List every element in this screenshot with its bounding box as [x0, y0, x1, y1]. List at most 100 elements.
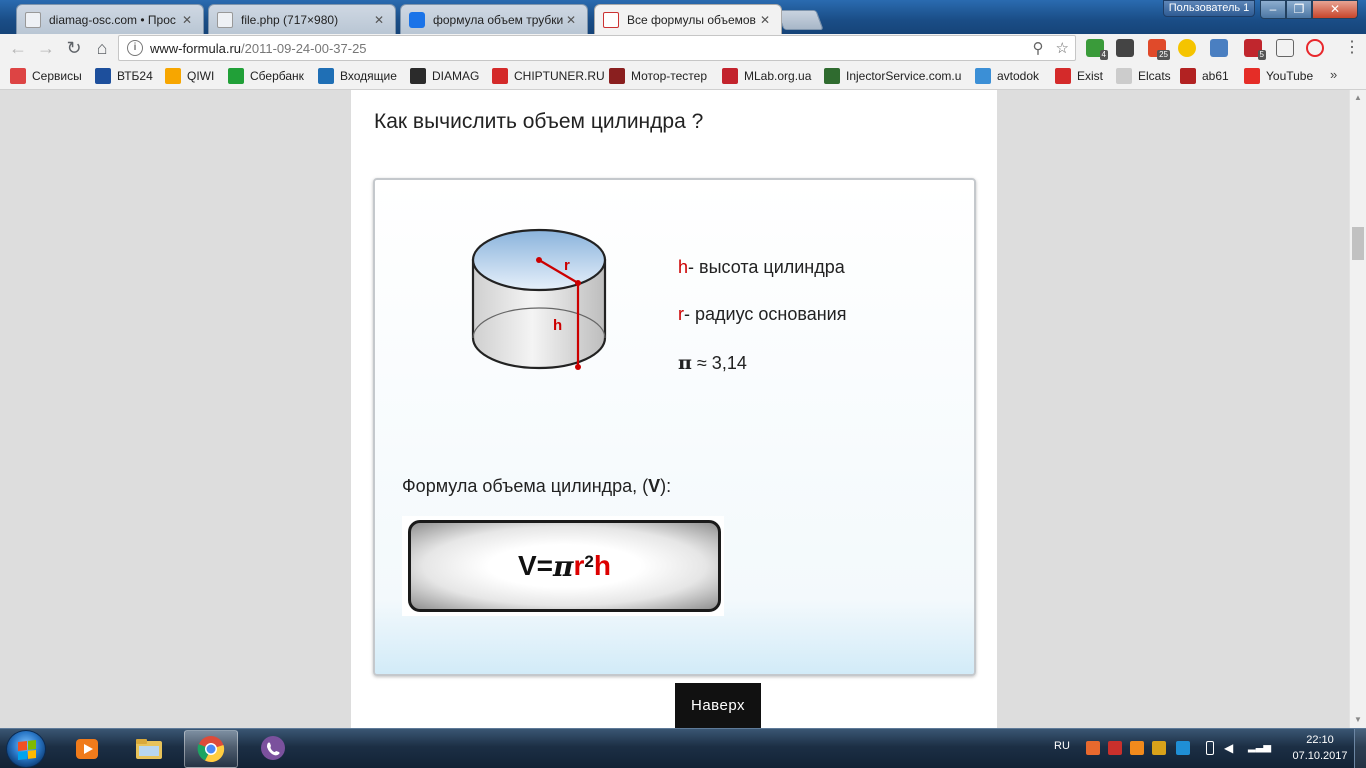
- bookmark-mlab[interactable]: MLab.org.ua: [722, 67, 811, 85]
- bookmark-diamag[interactable]: DIAMAG: [410, 67, 479, 85]
- legend-height: h- высота цилиндра: [678, 257, 845, 278]
- battery-icon[interactable]: [1206, 741, 1214, 755]
- bookmark-inbox[interactable]: Входящие: [318, 67, 397, 85]
- media-player-icon[interactable]: [60, 730, 114, 768]
- scrollbar-thumb[interactable]: [1352, 227, 1364, 260]
- bookmark-label: ВТБ24: [117, 69, 153, 83]
- close-tab-icon[interactable]: ✕: [371, 13, 387, 27]
- legend-symbol: h: [678, 257, 689, 277]
- bookmark-label: Мотор-тестер: [631, 69, 707, 83]
- clipboard-extension-icon[interactable]: [1276, 39, 1294, 57]
- clock-time[interactable]: 22:10: [1300, 734, 1340, 746]
- tray-firefox-icon[interactable]: [1130, 741, 1144, 755]
- bookmark-sberbank[interactable]: Сбербанк: [228, 67, 304, 85]
- bookmark-motor-tester[interactable]: Мотор-тестер: [609, 67, 707, 85]
- bookmark-elcats[interactable]: Elcats: [1116, 67, 1171, 85]
- mail-extension-icon[interactable]: 25: [1148, 39, 1170, 60]
- volume-icon[interactable]: ◀: [1224, 741, 1238, 755]
- close-tab-icon[interactable]: ✕: [757, 13, 773, 27]
- bookmark-avtodok[interactable]: avtodok: [975, 67, 1039, 85]
- tab-title: diamag-osc.com • Прос: [49, 12, 176, 27]
- bookmark-chiptuner[interactable]: CHIPTUNER.RU: [492, 67, 605, 85]
- viber-icon[interactable]: [246, 730, 300, 768]
- bookmark-services[interactable]: Сервисы: [10, 67, 82, 85]
- more-bookmarks-button[interactable]: »: [1330, 67, 1337, 82]
- windows-taskbar: RU ◀ ▂▃▅ 22:10 07.10.2017: [0, 728, 1366, 768]
- bookmark-label: MLab.org.ua: [744, 69, 812, 83]
- tab-formulas-active[interactable]: Все формулы объемов ✕: [594, 4, 782, 34]
- bookmark-vtb24[interactable]: ВТБ24: [95, 67, 153, 85]
- mail-icon: [318, 68, 334, 84]
- file-explorer-icon[interactable]: [122, 730, 176, 768]
- new-tab-button[interactable]: [776, 10, 824, 30]
- formula-box: V= π r 2 h: [408, 520, 721, 612]
- browser-menu-icon[interactable]: ⋮: [1344, 38, 1360, 58]
- bookmark-label: Сбербанк: [250, 69, 304, 83]
- avtodok-icon: [975, 68, 991, 84]
- close-tab-icon[interactable]: ✕: [563, 13, 579, 27]
- language-indicator[interactable]: RU: [1054, 740, 1070, 752]
- formula-caption: Формула объема цилиндра, (V):: [402, 476, 671, 497]
- shield-extension-icon[interactable]: 5: [1244, 39, 1266, 60]
- reload-icon[interactable]: ↻: [62, 36, 86, 60]
- zoom-icon[interactable]: ⚲: [1033, 39, 1044, 57]
- site-info-icon[interactable]: i: [127, 40, 143, 56]
- bookmark-youtube[interactable]: YouTube: [1244, 67, 1313, 85]
- youtube-icon: [1244, 68, 1260, 84]
- bookmark-qiwi[interactable]: QIWI: [165, 67, 214, 85]
- scroll-up-arrow-icon[interactable]: ▲: [1350, 90, 1366, 106]
- legend-text: ≈ 3,14: [691, 353, 747, 373]
- bookmark-injectorservice[interactable]: InjectorService.com.u: [824, 67, 961, 85]
- formula-radius: r: [573, 550, 585, 581]
- tray-app-icon[interactable]: [1086, 741, 1100, 755]
- caption-variable: V: [648, 476, 661, 496]
- tab-file-php[interactable]: file.php (717×980) ✕: [208, 4, 396, 34]
- folder-glyph: [136, 739, 162, 759]
- tab-title: формула объем трубки: [433, 12, 563, 27]
- tab-title: Все формулы объемов: [627, 12, 756, 27]
- clock-date[interactable]: 07.10.2017: [1288, 750, 1352, 762]
- location-extension-icon[interactable]: [1116, 39, 1134, 57]
- bookmark-label: QIWI: [187, 69, 215, 83]
- browser-toolbar: ← → ↻ ⌂ i www-formula.ru/2011-09-24-00-3…: [0, 34, 1366, 62]
- show-desktop-button[interactable]: [1354, 729, 1366, 768]
- scroll-down-arrow-icon[interactable]: ▼: [1350, 712, 1366, 728]
- page-scrollbar[interactable]: ▲ ▼: [1349, 90, 1366, 728]
- bookmark-label: YouTube: [1266, 69, 1314, 83]
- back-to-top-button[interactable]: Наверх: [675, 683, 761, 728]
- page-icon: [1116, 68, 1132, 84]
- bookmark-label: DIAMAG: [432, 69, 480, 83]
- chrome-icon[interactable]: [184, 730, 238, 768]
- bookmark-exist[interactable]: Exist: [1055, 67, 1103, 85]
- forward-arrow-icon[interactable]: →: [34, 36, 58, 60]
- height-top-point: [575, 280, 581, 286]
- close-window-button[interactable]: ✕: [1312, 0, 1358, 19]
- translate-extension-icon[interactable]: [1210, 39, 1228, 57]
- maximize-button[interactable]: ❐: [1286, 0, 1312, 19]
- tray-network-app-icon[interactable]: [1176, 741, 1190, 755]
- profile-button[interactable]: Пользователь 1: [1163, 0, 1255, 17]
- close-tab-icon[interactable]: ✕: [179, 13, 195, 27]
- address-bar[interactable]: i www-formula.ru/2011-09-24-00-37-25 ⚲ ☆: [118, 35, 1076, 61]
- start-button[interactable]: [6, 730, 46, 768]
- media-player-glyph: [76, 739, 98, 759]
- tab-diamag[interactable]: diamag-osc.com • Прос ✕: [16, 4, 204, 34]
- tray-speaker-app-icon[interactable]: [1152, 741, 1166, 755]
- back-arrow-icon[interactable]: ←: [6, 36, 30, 60]
- radius-label: r: [564, 257, 570, 274]
- bookmark-star-icon[interactable]: ☆: [1056, 39, 1069, 57]
- tray-alert-icon[interactable]: [1108, 741, 1122, 755]
- home-icon[interactable]: ⌂: [90, 36, 114, 60]
- minimize-button[interactable]: –: [1260, 0, 1286, 19]
- adblock-extension-icon[interactable]: [1306, 39, 1324, 57]
- bookmark-label: avtodok: [997, 69, 1040, 83]
- leaf-extension-icon[interactable]: 4: [1086, 39, 1108, 60]
- legend-text: - высота цилиндра: [688, 257, 845, 277]
- signal-strength-icon[interactable]: ▂▃▅: [1248, 741, 1271, 755]
- bookmark-ab61[interactable]: ab61: [1180, 67, 1229, 85]
- apps-grid-icon: [10, 68, 26, 84]
- tab-search-results[interactable]: формула объем трубки ✕: [400, 4, 588, 34]
- viber-glyph: [261, 736, 285, 760]
- m-extension-icon[interactable]: [1178, 39, 1196, 57]
- motor-tester-icon: [609, 68, 625, 84]
